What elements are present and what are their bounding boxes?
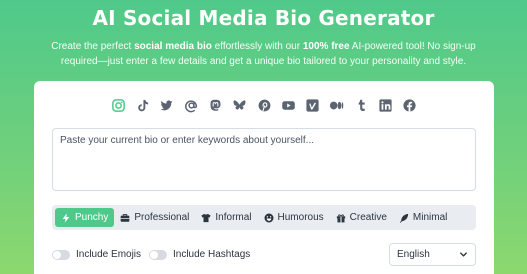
page-title: AI Social Media Bio Generator xyxy=(92,6,435,30)
style-minimal-button[interactable]: Minimal xyxy=(393,208,453,227)
page-subtitle: Create the perfect social media bio effo… xyxy=(51,41,476,67)
style-informal-button[interactable]: Informal xyxy=(195,208,257,227)
generator-card: Paste your current bio or enter keywords… xyxy=(34,81,494,274)
emojis-toggle[interactable] xyxy=(52,249,70,260)
style-label: Informal xyxy=(215,212,252,223)
bluesky-icon[interactable] xyxy=(232,98,247,113)
style-humorous-button[interactable]: Humorous xyxy=(258,208,330,227)
hashtags-label: Include Hashtags xyxy=(173,249,251,260)
twitter-icon[interactable] xyxy=(159,98,174,113)
pinterest-icon[interactable] xyxy=(257,98,272,113)
style-label: Professional xyxy=(134,212,190,223)
briefcase-icon xyxy=(121,213,130,222)
platform-selector xyxy=(34,98,494,113)
vimeo-icon[interactable] xyxy=(305,98,320,113)
style-label: Minimal xyxy=(412,212,448,223)
style-label: Humorous xyxy=(277,212,324,223)
tiktok-icon[interactable] xyxy=(135,98,150,113)
style-label: Punchy xyxy=(75,212,109,223)
tumblr-icon[interactable] xyxy=(354,98,369,113)
hashtags-toggle-row: Include Hashtags xyxy=(149,249,250,260)
emojis-toggle-row: Include Emojis xyxy=(52,249,141,260)
hashtags-toggle[interactable] xyxy=(149,249,167,260)
linkedin-icon[interactable] xyxy=(378,98,393,113)
feather-icon xyxy=(399,213,409,223)
bio-input[interactable]: Paste your current bio or enter keywords… xyxy=(52,128,476,191)
tshirt-icon xyxy=(201,213,211,222)
bolt-icon xyxy=(62,212,70,223)
emojis-label: Include Emojis xyxy=(76,249,142,260)
style-selector: Punchy Professional Informal Humorous Cr… xyxy=(52,205,476,230)
mastodon-icon[interactable] xyxy=(208,98,223,113)
language-value: English xyxy=(397,249,430,260)
language-select[interactable]: English xyxy=(389,243,476,266)
laugh-icon xyxy=(264,213,274,222)
at-sign-icon[interactable] xyxy=(184,98,199,113)
medium-icon[interactable] xyxy=(329,98,344,113)
style-punchy-button[interactable]: Punchy xyxy=(55,208,115,227)
instagram-icon[interactable] xyxy=(111,98,126,113)
gift-icon xyxy=(336,213,345,222)
style-professional-button[interactable]: Professional xyxy=(114,208,195,227)
style-label: Creative xyxy=(349,212,387,223)
youtube-icon[interactable] xyxy=(281,98,296,113)
chevron-down-icon xyxy=(460,252,467,257)
style-creative-button[interactable]: Creative xyxy=(330,208,393,227)
facebook-icon[interactable] xyxy=(402,98,417,113)
